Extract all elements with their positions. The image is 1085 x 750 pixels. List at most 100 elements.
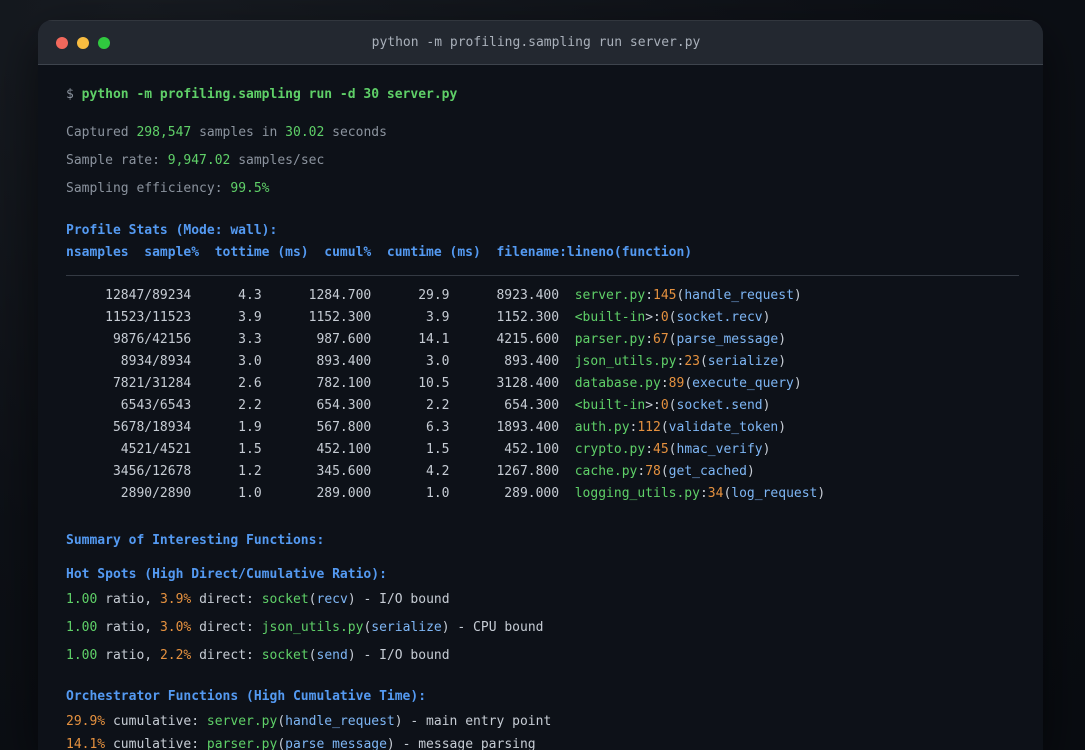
row-metrics: 6543/6543 2.2 654.300 2.2 654.300 <box>66 398 575 413</box>
row-metrics: 11523/11523 3.9 1152.300 3.9 1152.300 <box>66 310 575 325</box>
text-segment: 3.9% <box>159 592 192 607</box>
text-segment: ( <box>277 714 286 729</box>
text-segment: 2.2% <box>159 648 192 663</box>
text-segment: 9,947.02 <box>167 153 231 168</box>
text-segment: json_utils.py <box>574 354 677 369</box>
text-segment: ) <box>817 486 826 501</box>
row-metrics: 7821/31284 2.6 782.100 10.5 3128.400 <box>66 376 575 391</box>
profile-table-row: 9876/42156 3.3 987.600 14.1 4215.600 par… <box>66 329 1019 351</box>
text-segment: 298,547 <box>136 125 192 140</box>
text-segment: 34 <box>707 486 724 501</box>
text-segment: execute_query <box>692 376 794 391</box>
profile-table-row: 7821/31284 2.6 782.100 10.5 3128.400 dat… <box>66 373 1019 395</box>
text-segment: handle_request <box>684 288 794 303</box>
row-metrics: 5678/18934 1.9 567.800 6.3 1893.400 <box>66 420 575 435</box>
text-segment: python -m profiling.sampling run -d 30 s… <box>81 87 458 102</box>
text-segment: ( <box>668 442 677 457</box>
profile-table: 12847/89234 4.3 1284.700 29.9 8923.400 s… <box>66 285 1019 505</box>
text-segment: ) <box>762 310 771 325</box>
text-segment: socket.send <box>676 398 763 413</box>
text-segment: parser.py <box>206 737 278 750</box>
text-segment: 78 <box>645 464 661 479</box>
text-segment: ( <box>684 376 693 391</box>
row-metrics: 4521/4521 1.5 452.100 1.5 452.100 <box>66 442 575 457</box>
text-segment: ) <box>762 442 771 457</box>
text-segment: 3.0% <box>159 620 192 635</box>
window-title: python -m profiling.sampling run server.… <box>371 35 701 50</box>
text-segment: ( <box>308 592 317 607</box>
row-metrics: 9876/42156 3.3 987.600 14.1 4215.600 <box>66 332 575 347</box>
text-segment: server.py <box>574 288 646 303</box>
hot-spot-line: 1.00 ratio, 3.0% direct: json_utils.py(s… <box>66 617 1019 639</box>
text-segment: ( <box>660 464 669 479</box>
text-segment: logging_utils.py <box>574 486 700 501</box>
text-segment: : <box>645 442 654 457</box>
text-segment: 89 <box>668 376 685 391</box>
text-segment: <built-in <box>574 310 646 325</box>
text-segment: 1.00 <box>66 620 98 635</box>
text-segment: ) <box>394 714 403 729</box>
text-segment: - I/O bound <box>355 648 450 663</box>
close-button[interactable] <box>56 36 68 49</box>
sample-rate-line: Sample rate: 9,947.02 samples/sec <box>66 150 1019 172</box>
text-segment: 112 <box>637 420 661 435</box>
text-segment: ( <box>699 354 708 369</box>
text-segment: database.py <box>574 376 661 391</box>
text-segment: ratio, <box>97 592 160 607</box>
text-segment: parse_message <box>676 332 779 347</box>
text-segment: >: <box>645 310 661 325</box>
profile-table-row: 3456/12678 1.2 345.600 4.2 1267.800 cach… <box>66 461 1019 483</box>
profile-stats-heading: Profile Stats (Mode: wall): <box>66 223 278 238</box>
text-segment: cumulative: <box>105 737 207 750</box>
orchestrator-line: 14.1% cumulative: parser.py(parse_messag… <box>66 734 1019 750</box>
text-segment: ) <box>441 620 450 635</box>
text-segment: ) <box>347 648 356 663</box>
summary-heading: Summary of Interesting Functions: <box>66 533 325 548</box>
text-segment: serialize <box>371 620 442 635</box>
text-segment: : <box>637 464 646 479</box>
text-segment: seconds <box>324 125 387 140</box>
window-controls <box>56 36 110 49</box>
text-segment: >: <box>645 398 661 413</box>
text-segment: validate_token <box>668 420 779 435</box>
text-segment: hmac_verify <box>676 442 763 457</box>
efficiency-line: Sampling efficiency: 99.5% <box>66 178 1019 200</box>
text-segment: ) <box>778 420 787 435</box>
text-segment: ) <box>778 332 787 347</box>
hot-spot-line: 1.00 ratio, 2.2% direct: socket(send) - … <box>66 645 1019 667</box>
text-segment: samples/sec <box>230 153 325 168</box>
orchestrator-heading: Orchestrator Functions (High Cumulative … <box>66 689 427 704</box>
zoom-button[interactable] <box>98 36 110 49</box>
text-segment: ) <box>793 376 802 391</box>
text-segment: 99.5% <box>230 181 270 196</box>
profile-table-row: 11523/11523 3.9 1152.300 3.9 1152.300 <b… <box>66 307 1019 329</box>
text-segment: - CPU bound <box>449 620 544 635</box>
profile-table-row: 12847/89234 4.3 1284.700 29.9 8923.400 s… <box>66 285 1019 307</box>
row-metrics: 3456/12678 1.2 345.600 4.2 1267.800 <box>66 464 575 479</box>
text-segment: get_cached <box>668 464 747 479</box>
profile-table-row: 5678/18934 1.9 567.800 6.3 1893.400 auth… <box>66 417 1019 439</box>
profile-table-row: 8934/8934 3.0 893.400 3.0 893.400 json_u… <box>66 351 1019 373</box>
text-segment: direct: <box>191 648 262 663</box>
text-segment: - I/O bound <box>355 592 450 607</box>
text-segment: server.py <box>206 714 278 729</box>
orchestrator-line: 29.9% cumulative: server.py(handle_reque… <box>66 711 1019 733</box>
text-segment: parse_message <box>285 737 387 750</box>
text-segment: 14.1% <box>66 737 106 750</box>
text-segment: : <box>660 376 669 391</box>
profile-table-row: 6543/6543 2.2 654.300 2.2 654.300 <built… <box>66 395 1019 417</box>
hot-spot-line: 1.00 ratio, 3.9% direct: socket(recv) - … <box>66 589 1019 611</box>
text-segment: ratio, <box>97 648 160 663</box>
text-segment: 29.9% <box>66 714 106 729</box>
text-segment: 1.00 <box>66 648 98 663</box>
captured-line: Captured 298,547 samples in 30.02 second… <box>66 122 1019 144</box>
terminal-output[interactable]: $ python -m profiling.sampling run -d 30… <box>38 65 1043 750</box>
text-segment: ) <box>347 592 356 607</box>
row-metrics: 12847/89234 4.3 1284.700 29.9 8923.400 <box>66 288 575 303</box>
text-segment: serialize <box>707 354 779 369</box>
minimize-button[interactable] <box>77 36 89 49</box>
text-segment: : <box>645 288 654 303</box>
profile-table-row: 2890/2890 1.0 289.000 1.0 289.000 loggin… <box>66 483 1019 505</box>
text-segment: 45 <box>653 442 669 457</box>
profile-table-row: 4521/4521 1.5 452.100 1.5 452.100 crypto… <box>66 439 1019 461</box>
